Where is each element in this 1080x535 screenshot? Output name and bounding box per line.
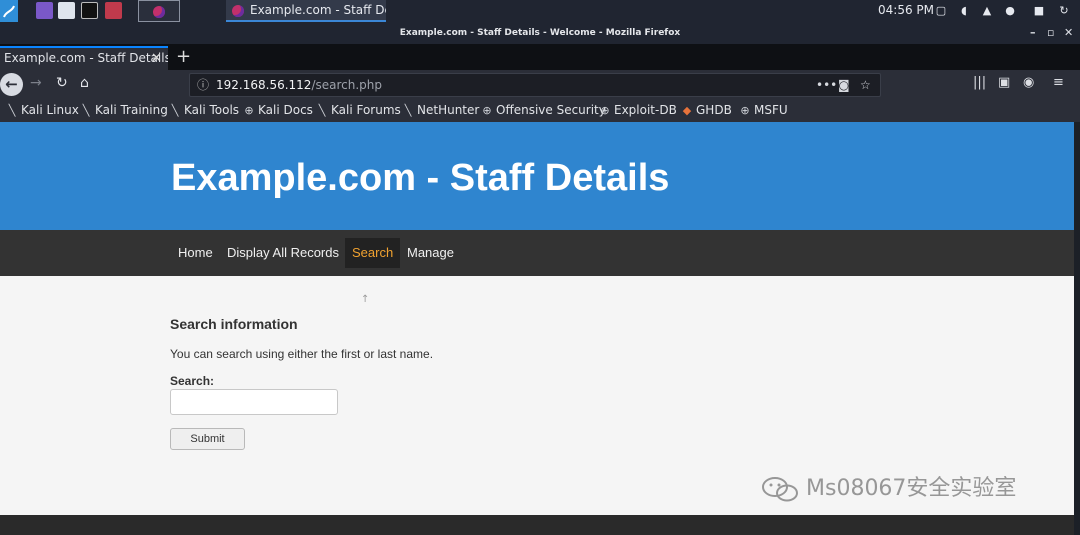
kali-dragon-icon: ╲ [8, 104, 16, 117]
search-help-text: You can search using either the first or… [170, 347, 434, 361]
network-icon[interactable]: ● [1004, 4, 1016, 17]
back-button[interactable]: ← [0, 73, 23, 96]
forward-button[interactable]: → [30, 75, 42, 91]
watermark-text: Ms08067安全实验室 [806, 476, 1017, 501]
show-desktop-icon[interactable] [36, 2, 53, 19]
url-bar[interactable]: ⓘ 192.168.56.112/search.php ••• ◙ ☆ [189, 73, 881, 97]
minimize-icon[interactable]: – [1030, 22, 1036, 44]
site-footer [0, 515, 1074, 535]
menu-icon[interactable]: ≡ [1053, 75, 1064, 90]
kali-menu-icon[interactable] [0, 0, 18, 22]
url-path: /search.php [311, 78, 382, 92]
kali-dragon-icon: ╲ [171, 104, 179, 117]
clock[interactable]: 04:56 PM [878, 3, 934, 17]
firefox-launcher-button[interactable] [138, 0, 180, 22]
firefox-icon [232, 5, 244, 17]
app-launcher-icon[interactable] [105, 2, 122, 19]
site-info-icon[interactable]: ⓘ [197, 74, 209, 96]
tab-close-icon[interactable]: ✕ [151, 48, 162, 69]
library-icon[interactable]: ||| [973, 75, 986, 90]
bookmark-kali-training[interactable]: ╲ Kali Training [80, 103, 168, 117]
kali-dragon-icon: ╲ [318, 104, 326, 117]
site-header: Example.com - Staff Details [0, 122, 1074, 230]
taskbar-window-title: Example.com - Staff Det... [250, 3, 386, 17]
close-window-icon[interactable]: ✕ [1064, 22, 1073, 44]
sidebar-icon[interactable]: ▣ [998, 75, 1010, 90]
page-actions-icon[interactable]: ••• [816, 74, 837, 96]
nav-display-all-records[interactable]: Display All Records [220, 238, 346, 268]
bookmarks-bar: ╲ Kali Linux ╲ Kali Training ╲ Kali Tools ⊕… [0, 100, 1080, 122]
watermark: Ms08067安全实验室 [760, 470, 1016, 503]
globe-icon: ⊕ [600, 104, 610, 117]
firefox-icon [153, 6, 165, 18]
terminal-icon[interactable] [81, 2, 98, 19]
search-input[interactable] [170, 389, 338, 415]
tab-title: Example.com - Staff Details [4, 51, 168, 65]
url-host: 192.168.56.112 [216, 78, 312, 92]
os-taskbar: Example.com - Staff Det... 04:56 PM ▢ ◖ … [0, 0, 1080, 22]
nav-search[interactable]: Search [345, 238, 401, 268]
browser-title-bar: Example.com - Staff Details - Welcome - … [0, 22, 1080, 44]
notification-bell-icon[interactable]: ▲ [981, 4, 993, 17]
new-tab-button[interactable]: + [176, 46, 191, 68]
ghdb-icon: ◆ [682, 104, 692, 117]
bookmark-star-icon[interactable]: ☆ [860, 74, 871, 96]
tab-strip: Example.com - Staff Details ✕ + [0, 44, 1080, 70]
wechat-logo-icon [762, 477, 798, 502]
lock-icon[interactable]: ■ [1033, 4, 1045, 17]
submit-button[interactable]: Submit [170, 428, 245, 450]
bookmark-kali-linux[interactable]: ╲ Kali Linux [6, 103, 79, 117]
globe-icon: ⊕ [244, 104, 254, 117]
globe-icon: ⊕ [482, 104, 492, 117]
maximize-icon[interactable]: ▫ [1047, 22, 1054, 44]
bookmark-nethunter[interactable]: ╲ NetHunter [402, 103, 480, 117]
pocket-icon[interactable]: ◙ [838, 74, 850, 96]
bookmark-ghdb[interactable]: ◆ GHDB [681, 103, 732, 117]
volume-icon[interactable]: ◖ [958, 4, 970, 17]
reload-button[interactable]: ↻ [56, 75, 68, 91]
site-nav: Home Display All Records Search Manage [0, 230, 1074, 276]
mouse-cursor-icon: ↑ [361, 294, 370, 305]
bookmark-msfu[interactable]: ⊕ MSFU [739, 103, 787, 117]
kali-dragon-icon: ╲ [404, 104, 412, 117]
home-button[interactable]: ⌂ [80, 75, 89, 91]
bookmark-exploit-db[interactable]: ⊕ Exploit-DB [599, 103, 676, 117]
browser-window-title: Example.com - Staff Details - Welcome - … [399, 28, 681, 38]
tab-example-staff-details[interactable]: Example.com - Staff Details ✕ [0, 46, 168, 70]
account-icon[interactable]: ◉ [1023, 75, 1034, 90]
file-manager-icon[interactable] [58, 2, 75, 19]
bookmark-offensive-security[interactable]: ⊕ Offensive Security [481, 103, 605, 117]
search-heading: Search information [170, 316, 298, 332]
site-title: Example.com - Staff Details [171, 157, 670, 199]
bookmark-kali-docs[interactable]: ⊕ Kali Docs [243, 103, 313, 117]
screen-icon[interactable]: ▢ [935, 4, 947, 17]
scrollbar[interactable] [1074, 122, 1080, 535]
bookmark-kali-forums[interactable]: ╲ Kali Forums [316, 103, 401, 117]
search-label: Search: [170, 374, 215, 388]
bookmark-kali-tools[interactable]: ╲ Kali Tools [169, 103, 239, 117]
kali-dragon-icon: ╲ [82, 104, 90, 117]
navigation-toolbar: ← → ↻ ⌂ ⓘ 192.168.56.112/search.php ••• … [0, 70, 1080, 100]
power-icon[interactable]: ↻ [1058, 4, 1070, 17]
nav-home[interactable]: Home [171, 238, 220, 268]
globe-icon: ⊕ [740, 104, 750, 117]
taskbar-window-firefox[interactable]: Example.com - Staff Det... [226, 0, 386, 22]
nav-manage[interactable]: Manage [400, 238, 461, 268]
